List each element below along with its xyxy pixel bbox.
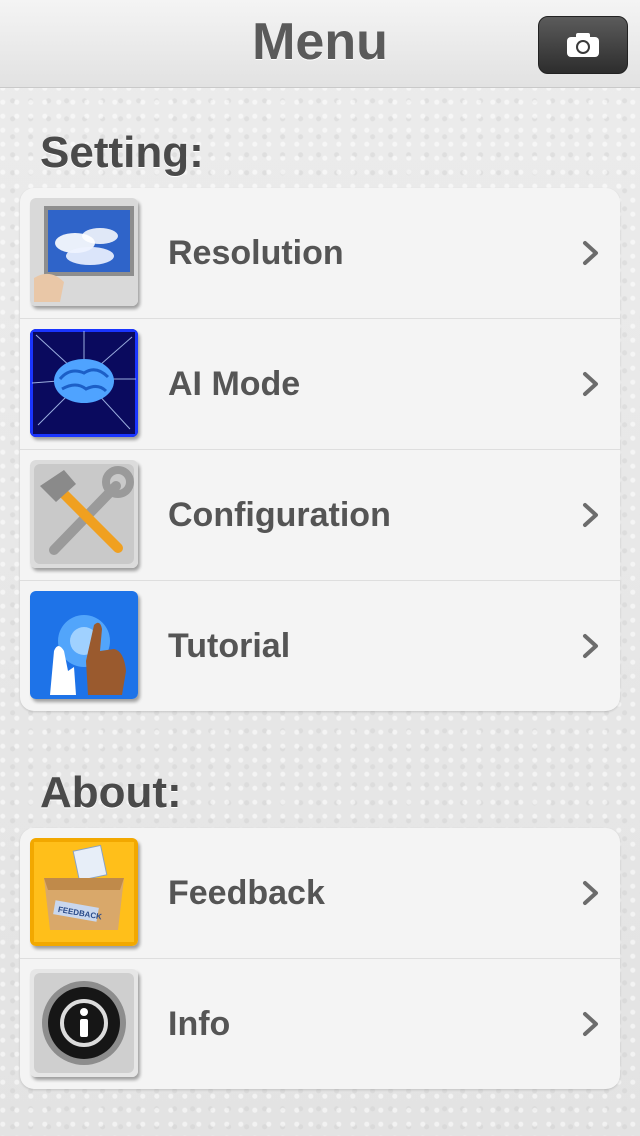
brain-icon (30, 329, 138, 437)
touch-hands-icon (30, 591, 138, 699)
chevron-right-icon (583, 503, 598, 527)
menu-item-resolution[interactable]: Resolution (20, 188, 620, 319)
feedback-box-icon: FEEDBACK (30, 838, 138, 946)
chevron-right-icon (583, 372, 598, 396)
info-icon (30, 969, 138, 1077)
camera-button[interactable] (538, 16, 628, 74)
menu-item-configuration[interactable]: Configuration (20, 450, 620, 581)
menu-item-label: AI Mode (168, 364, 301, 403)
chevron-right-icon (583, 1012, 598, 1036)
resolution-icon (30, 198, 138, 306)
menu-item-label: Resolution (168, 233, 344, 272)
tools-icon (30, 460, 138, 568)
settings-group: Resolution AI Mode Configuration Tutoria… (20, 188, 620, 711)
navigation-bar: Menu (0, 0, 640, 88)
about-group: FEEDBACK Feedback Info (20, 828, 620, 1089)
section-title-setting: Setting: (40, 128, 204, 177)
section-title-about: About: (40, 768, 182, 817)
menu-item-label: Feedback (168, 873, 325, 912)
chevron-right-icon (583, 634, 598, 658)
menu-item-label: Configuration (168, 495, 391, 534)
menu-item-feedback[interactable]: FEEDBACK Feedback (20, 828, 620, 959)
menu-item-ai-mode[interactable]: AI Mode (20, 319, 620, 450)
menu-item-label: Info (168, 1004, 231, 1043)
chevron-right-icon (583, 241, 598, 265)
menu-item-tutorial[interactable]: Tutorial (20, 581, 620, 711)
camera-icon (567, 33, 599, 57)
chevron-right-icon (583, 881, 598, 905)
menu-item-info[interactable]: Info (20, 959, 620, 1089)
menu-item-label: Tutorial (168, 626, 291, 665)
